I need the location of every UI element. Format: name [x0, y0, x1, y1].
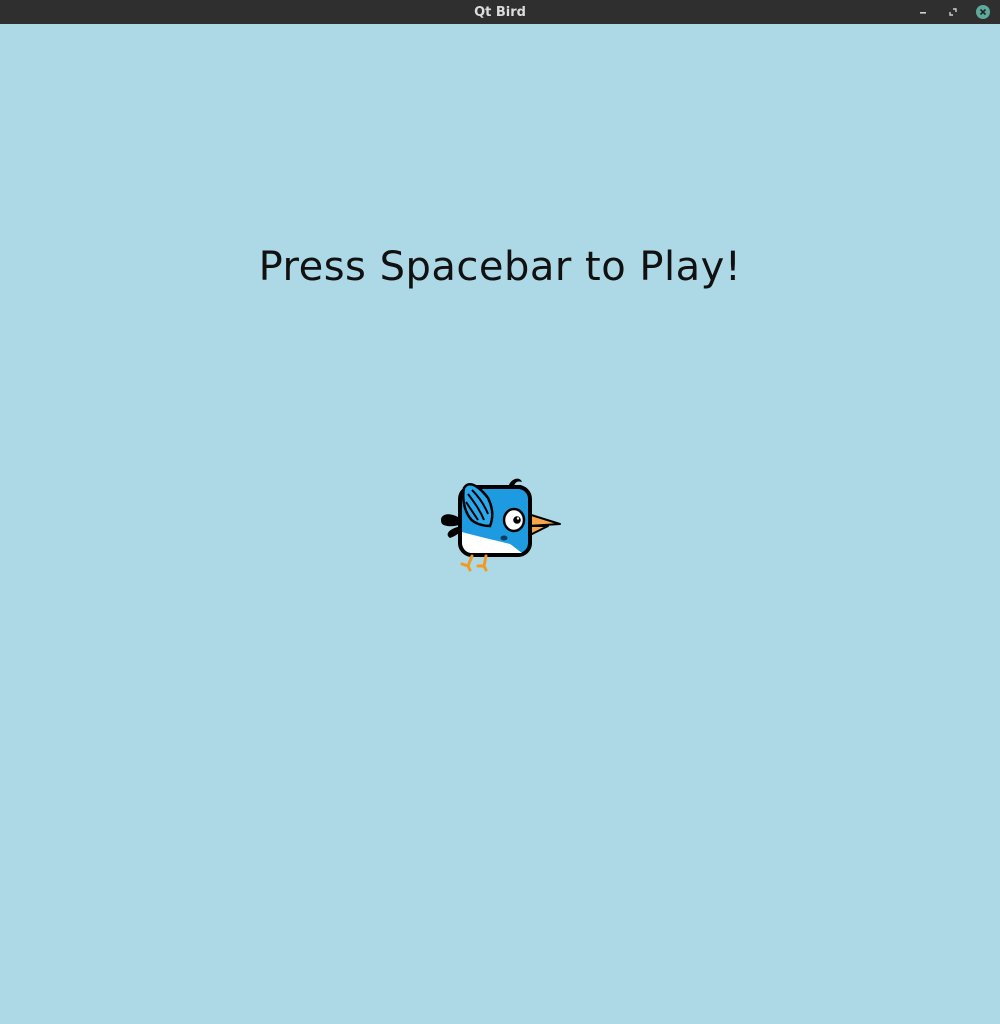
bird-sprite [440, 478, 561, 572]
window-titlebar[interactable]: Qt Bird [0, 0, 1000, 24]
minimize-button[interactable] [915, 4, 931, 20]
game-canvas[interactable]: Press Spacebar to Play! [0, 24, 1000, 1024]
close-icon [976, 5, 990, 19]
start-prompt: Press Spacebar to Play! [258, 244, 742, 290]
maximize-button[interactable] [945, 4, 961, 20]
minimize-icon [920, 12, 926, 14]
maximize-icon [949, 8, 957, 16]
window-title: Qt Bird [474, 5, 526, 20]
close-button[interactable] [975, 4, 991, 20]
